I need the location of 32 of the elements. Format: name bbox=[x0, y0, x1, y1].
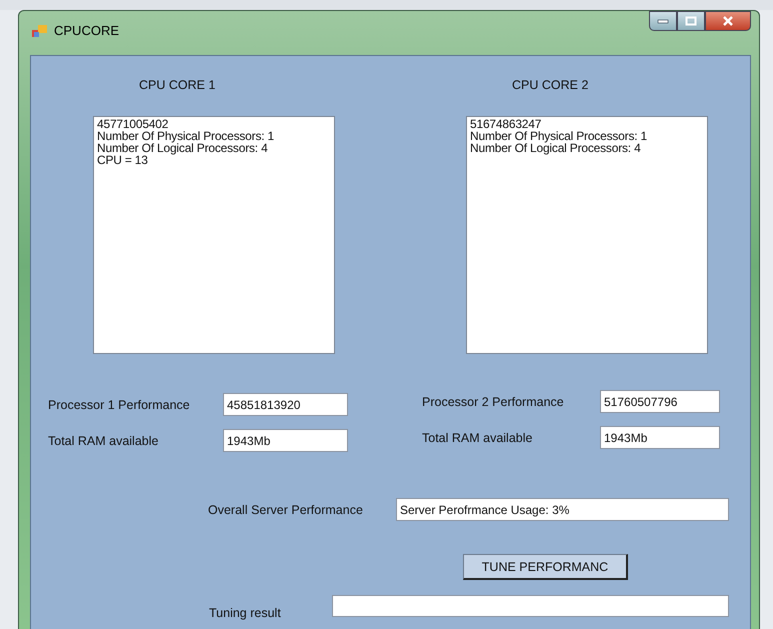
close-button[interactable] bbox=[705, 11, 751, 31]
list-line: Number Of Physical Processors: 1 bbox=[97, 130, 275, 142]
field-label: Processor 2 Performance bbox=[422, 394, 565, 408]
field-label: Processor 1 Performance bbox=[48, 398, 191, 412]
maximize-icon bbox=[685, 16, 697, 26]
performance-field[interactable]: 51760507796 bbox=[600, 390, 720, 413]
list-line: CPU = 13 bbox=[97, 154, 149, 166]
ram-field[interactable]: 1943Mb bbox=[600, 426, 720, 449]
window-title: CPUCORE bbox=[54, 23, 120, 38]
field-label: Overall Server Performance bbox=[208, 502, 364, 516]
core-heading: CPU CORE 1 bbox=[139, 78, 216, 92]
field-label: Total RAM available bbox=[422, 430, 534, 444]
tune-performance-button[interactable]: TUNE PERFORMANC bbox=[463, 554, 628, 580]
field-label: Total RAM available bbox=[48, 434, 160, 448]
minimize-icon bbox=[657, 18, 669, 24]
list-line: Number Of Logical Processors: 4 bbox=[470, 142, 642, 154]
core-heading: CPU CORE 2 bbox=[512, 78, 590, 92]
list-line: 45771005402 bbox=[97, 118, 170, 130]
maximize-button[interactable] bbox=[677, 11, 705, 31]
tuning-result-field[interactable] bbox=[332, 595, 729, 617]
info-list-box[interactable]: 51674863247 Number Of Physical Processors: 1 Number Of Logical Processors: 4 bbox=[466, 116, 708, 354]
info-list-box[interactable]: 45771005402 Number Of Physical Processors: 1 Number Of Logical Processors: 4 CPU = 13 bbox=[93, 116, 335, 354]
list-line: Number Of Physical Processors: 1 bbox=[470, 130, 648, 142]
minimize-button[interactable] bbox=[649, 11, 677, 31]
performance-field[interactable]: 45851813920 bbox=[223, 393, 348, 416]
list-line: Number Of Logical Processors: 4 bbox=[97, 142, 269, 154]
close-icon bbox=[721, 16, 735, 26]
field-label: Tuning result bbox=[209, 605, 282, 620]
list-line: 51674863247 bbox=[470, 118, 542, 130]
overall-performance-field[interactable]: Server Perofrmance Usage: 3% bbox=[396, 498, 729, 521]
ram-field[interactable]: 1943Mb bbox=[223, 429, 348, 452]
app-icon bbox=[32, 25, 48, 39]
